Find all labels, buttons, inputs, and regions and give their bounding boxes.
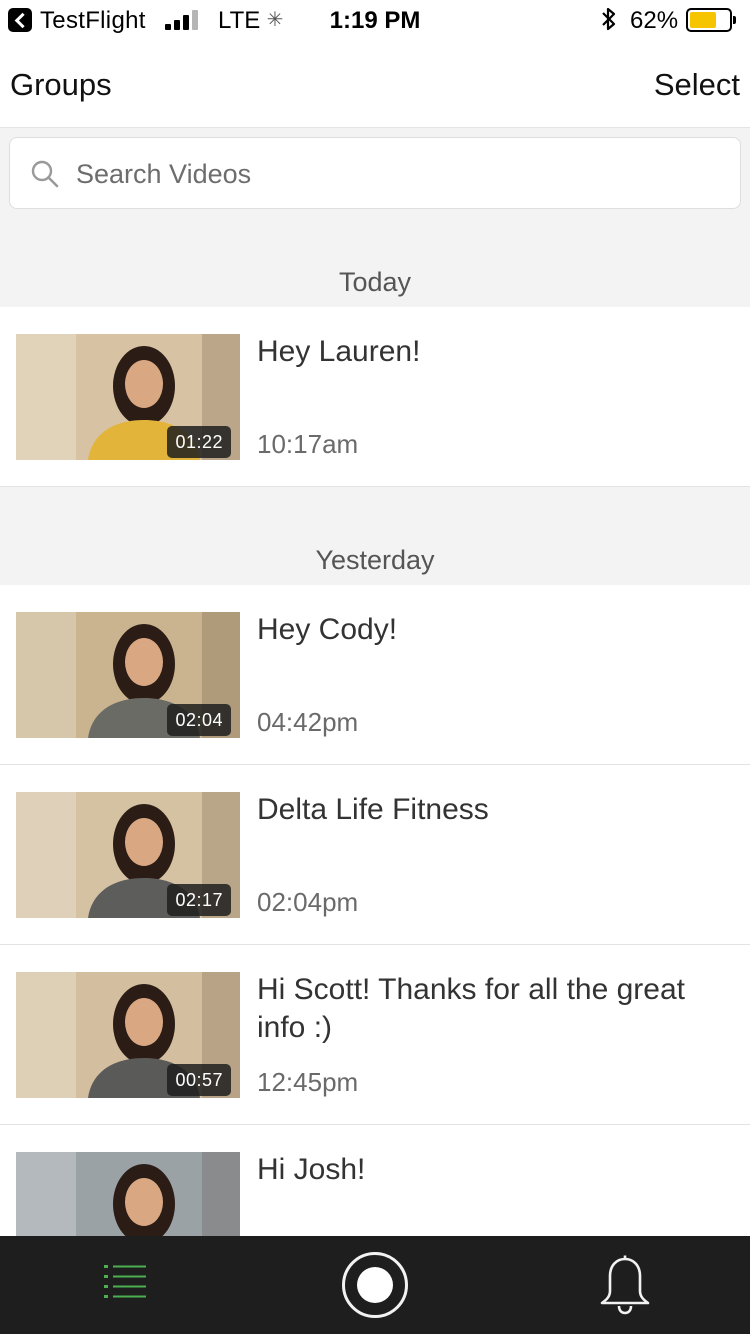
video-title: Hi Josh!: [257, 1153, 366, 1186]
navigation-bar: Groups Select: [0, 40, 750, 128]
groups-button[interactable]: Groups: [10, 67, 112, 103]
video-title: Delta Life Fitness: [257, 793, 489, 826]
video-thumbnail[interactable]: 01:22: [16, 334, 240, 460]
video-thumbnail[interactable]: 02:17: [16, 792, 240, 918]
battery-percentage: 62%: [630, 7, 679, 34]
select-button[interactable]: Select: [654, 67, 740, 103]
search-bar[interactable]: [9, 137, 741, 209]
video-title: Hey Cody!: [257, 613, 398, 646]
video-duration: 02:04: [167, 704, 231, 736]
bell-icon[interactable]: [599, 1255, 651, 1317]
record-icon: [357, 1267, 393, 1303]
battery-level: [690, 12, 717, 28]
section-header: Yesterday: [315, 545, 435, 575]
video-duration: 00:57: [167, 1064, 231, 1096]
video-row[interactable]: 02:17 Delta Life Fitness 02:04pm: [0, 765, 750, 945]
list-icon[interactable]: [104, 1263, 146, 1303]
video-row[interactable]: 01:22 Hey Lauren! 10:17am: [0, 307, 750, 487]
video-timestamp: 10:17am: [257, 429, 359, 459]
video-timestamp: 02:04pm: [257, 887, 359, 917]
video-duration: 01:22: [167, 426, 231, 458]
search-input[interactable]: [76, 154, 716, 194]
status-bar: TestFlight LTE ✳ 1:19 PM 62%: [0, 0, 750, 40]
battery-icon: [686, 8, 736, 32]
video-duration: 02:17: [167, 884, 231, 916]
video-title: Hi Scott! Thanks for all the great info …: [257, 973, 685, 1044]
video-row[interactable]: 00:57 Hi Scott! Thanks for all the great …: [0, 945, 750, 1125]
video-thumbnail[interactable]: 02:04: [16, 612, 240, 738]
video-timestamp: 04:42pm: [257, 707, 359, 737]
video-thumbnail[interactable]: 00:57: [16, 972, 240, 1098]
bluetooth-icon: [600, 6, 618, 39]
search-icon: [31, 160, 59, 188]
section-header: Today: [338, 267, 412, 297]
video-timestamp: 12:45pm: [257, 1067, 359, 1097]
video-row[interactable]: 02:04 Hey Cody! 04:42pm: [0, 585, 750, 765]
video-title: Hey Lauren!: [257, 335, 421, 368]
app-screen: TestFlight LTE ✳ 1:19 PM 62% Groups Sele…: [0, 0, 750, 1334]
tab-bar: [0, 1236, 750, 1334]
record-button[interactable]: [342, 1252, 408, 1318]
